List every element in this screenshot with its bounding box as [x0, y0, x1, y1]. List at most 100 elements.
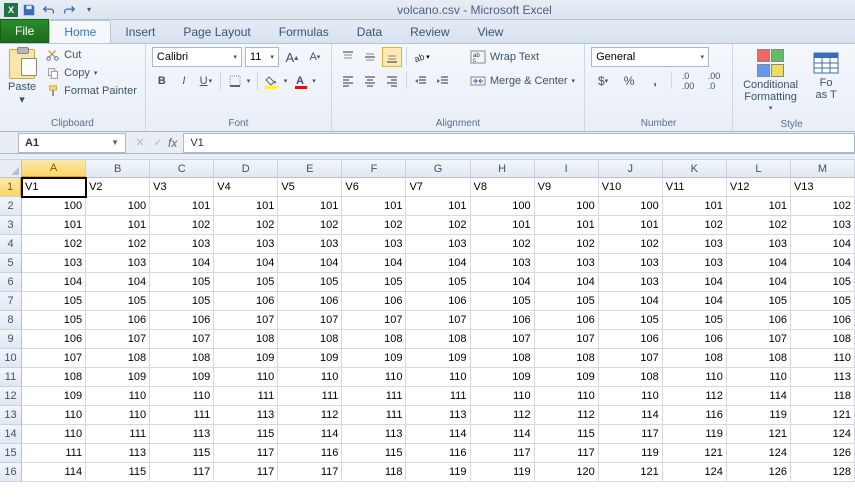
cell[interactable]: 101 — [599, 216, 663, 235]
cell[interactable]: 110 — [727, 368, 791, 387]
cell[interactable]: 100 — [22, 197, 86, 216]
cell[interactable]: 109 — [342, 349, 406, 368]
cell[interactable]: 108 — [278, 330, 342, 349]
cell[interactable]: 100 — [471, 197, 535, 216]
save-icon[interactable] — [20, 1, 38, 19]
row-header[interactable]: 7 — [0, 292, 22, 311]
cell[interactable]: 102 — [342, 216, 406, 235]
cell[interactable]: 106 — [278, 292, 342, 311]
chevron-down-icon[interactable]: ▾ — [769, 103, 773, 115]
row-header[interactable]: 13 — [0, 406, 22, 425]
cell[interactable]: 109 — [471, 368, 535, 387]
orientation-icon[interactable]: ab▾ — [411, 47, 431, 67]
format-as-table-button[interactable]: Fo as T — [808, 47, 844, 117]
underline-button[interactable]: U▾ — [196, 71, 216, 91]
cell[interactable]: 110 — [86, 406, 150, 425]
cell[interactable]: 104 — [86, 273, 150, 292]
row-header[interactable]: 8 — [0, 311, 22, 330]
cell[interactable]: 109 — [22, 387, 86, 406]
cell[interactable]: V1 — [22, 178, 86, 197]
cell[interactable]: 102 — [791, 197, 855, 216]
tab-page-layout[interactable]: Page Layout — [169, 21, 264, 43]
cell[interactable]: 109 — [278, 349, 342, 368]
cell[interactable]: 110 — [150, 387, 214, 406]
cell[interactable]: 105 — [214, 273, 278, 292]
cell[interactable]: 105 — [471, 292, 535, 311]
redo-icon[interactable] — [60, 1, 78, 19]
cell[interactable]: 117 — [214, 463, 278, 482]
cell[interactable]: 104 — [342, 254, 406, 273]
font-size-combo[interactable]: 11▾ — [245, 47, 279, 67]
enter-formula-icon[interactable]: ✓ — [150, 136, 166, 149]
cell[interactable]: 103 — [471, 254, 535, 273]
cell[interactable]: 108 — [22, 368, 86, 387]
cell[interactable]: 117 — [150, 463, 214, 482]
cell[interactable]: 103 — [342, 235, 406, 254]
cell[interactable]: 106 — [342, 292, 406, 311]
cell[interactable]: 104 — [214, 254, 278, 273]
cell[interactable]: 103 — [406, 235, 470, 254]
cell[interactable]: V13 — [791, 178, 855, 197]
row-header[interactable]: 9 — [0, 330, 22, 349]
cell[interactable]: 100 — [535, 197, 599, 216]
tab-formulas[interactable]: Formulas — [265, 21, 343, 43]
cell[interactable]: 108 — [86, 349, 150, 368]
column-header[interactable]: M — [791, 160, 855, 178]
column-header[interactable]: L — [727, 160, 791, 178]
cell[interactable]: 128 — [791, 463, 855, 482]
cell[interactable]: 101 — [86, 216, 150, 235]
cell[interactable]: 105 — [791, 292, 855, 311]
cell[interactable]: 110 — [22, 425, 86, 444]
cell[interactable]: 105 — [150, 292, 214, 311]
cell[interactable]: 106 — [471, 311, 535, 330]
conditional-formatting-button[interactable]: Conditional Formatting ▾ — [739, 47, 802, 117]
cell[interactable]: 105 — [22, 292, 86, 311]
cell[interactable]: 108 — [663, 349, 727, 368]
cell[interactable]: 103 — [86, 254, 150, 273]
qat-customize-icon[interactable]: ▾ — [80, 1, 98, 19]
tab-file[interactable]: File — [0, 19, 49, 43]
formula-input[interactable]: V1 — [183, 133, 855, 153]
cell[interactable]: 105 — [86, 292, 150, 311]
tab-insert[interactable]: Insert — [111, 21, 169, 43]
cell[interactable]: 102 — [727, 216, 791, 235]
cell[interactable]: 108 — [471, 349, 535, 368]
cell[interactable]: 107 — [727, 330, 791, 349]
row-header[interactable]: 6 — [0, 273, 22, 292]
cell[interactable]: 103 — [663, 235, 727, 254]
name-box[interactable]: A1 ▼ — [18, 133, 126, 153]
align-right-icon[interactable] — [382, 71, 402, 91]
accounting-format-button[interactable]: $▾ — [591, 71, 615, 91]
cell[interactable]: 106 — [214, 292, 278, 311]
cell[interactable]: 101 — [406, 197, 470, 216]
cell[interactable]: 104 — [791, 235, 855, 254]
cell[interactable]: 103 — [599, 254, 663, 273]
cell[interactable]: 104 — [663, 292, 727, 311]
cell[interactable]: V9 — [535, 178, 599, 197]
cell[interactable]: 110 — [663, 368, 727, 387]
cell[interactable]: 105 — [535, 292, 599, 311]
cell[interactable]: 103 — [791, 216, 855, 235]
tab-review[interactable]: Review — [396, 21, 463, 43]
cell[interactable]: 111 — [278, 387, 342, 406]
wrap-text-button[interactable]: abc Wrap Text — [467, 47, 578, 67]
cell[interactable]: 101 — [150, 197, 214, 216]
cell[interactable]: 102 — [599, 235, 663, 254]
decrease-font-icon[interactable]: A▾ — [305, 47, 325, 67]
tab-data[interactable]: Data — [343, 21, 396, 43]
align-middle-icon[interactable] — [360, 47, 380, 67]
cell[interactable]: 116 — [278, 444, 342, 463]
cell[interactable]: 117 — [214, 444, 278, 463]
column-header[interactable]: C — [150, 160, 214, 178]
cell[interactable]: 110 — [471, 387, 535, 406]
cell[interactable]: 101 — [278, 197, 342, 216]
cell[interactable]: 107 — [150, 330, 214, 349]
italic-button[interactable]: I — [174, 71, 194, 91]
cell[interactable]: 116 — [406, 444, 470, 463]
cell[interactable]: 114 — [727, 387, 791, 406]
cell[interactable]: 121 — [727, 425, 791, 444]
cell[interactable]: 110 — [599, 387, 663, 406]
cell[interactable]: 106 — [727, 311, 791, 330]
cell[interactable]: 111 — [214, 387, 278, 406]
cell[interactable]: 104 — [727, 273, 791, 292]
